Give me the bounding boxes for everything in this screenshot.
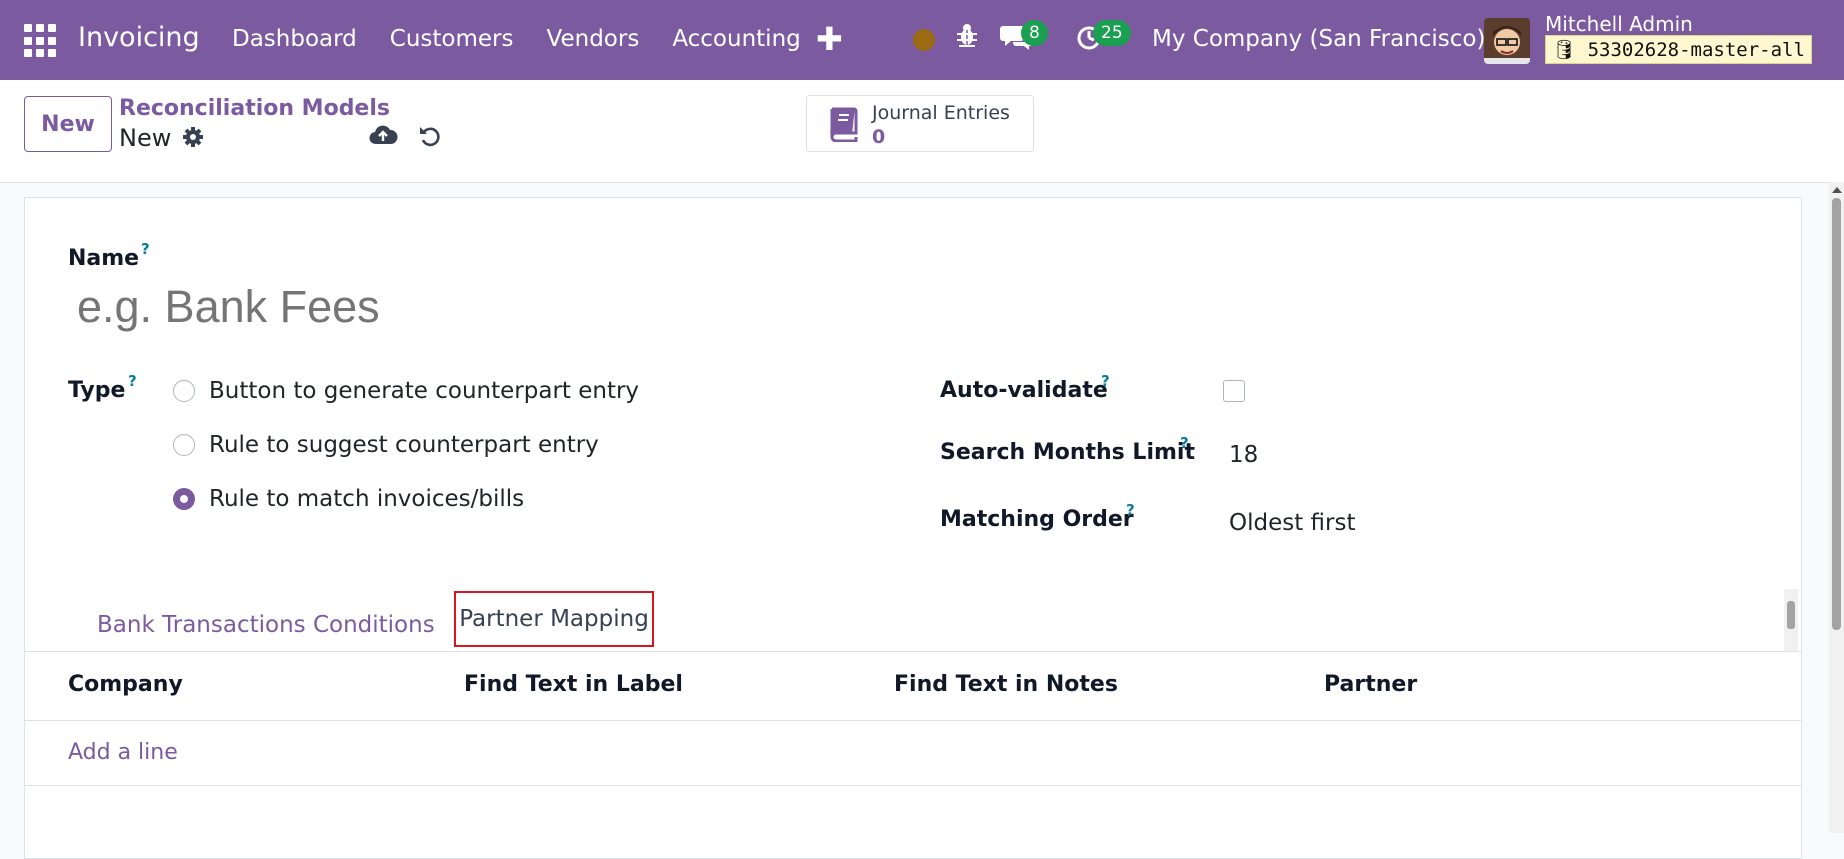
menu-customers[interactable]: Customers (390, 26, 514, 52)
type-option-label: Rule to match invoices/bills (209, 486, 525, 512)
tab-partner-mapping[interactable]: Partner Mapping (454, 591, 654, 647)
control-panel: New Reconciliation Models New Journal En… (0, 80, 1844, 183)
menu-vendors[interactable]: Vendors (547, 26, 640, 52)
radio-button[interactable] (173, 380, 195, 402)
table-row-divider (25, 785, 1801, 786)
chat-count-badge: 8 (1021, 20, 1048, 46)
apps-menu-icon[interactable] (24, 24, 58, 58)
table-header-divider (25, 720, 1801, 721)
type-label: Type (68, 378, 126, 403)
page-scrollbar[interactable] (1829, 182, 1844, 833)
tabs-scrollbar[interactable] (1784, 589, 1798, 651)
matching-order-field[interactable]: Oldest first (1229, 510, 1356, 536)
add-a-line-link[interactable]: Add a line (68, 740, 178, 765)
type-option-label: Button to generate counterpart entry (209, 378, 640, 404)
bug-icon[interactable] (956, 22, 978, 54)
matching-order-label: Matching Order (940, 507, 1134, 532)
tab-bank-transactions-conditions[interactable]: Bank Transactions Conditions (97, 612, 435, 638)
auto-validate-help-icon[interactable]: ? (1101, 372, 1110, 390)
column-company[interactable]: Company (68, 672, 183, 697)
name-input[interactable] (75, 280, 1279, 334)
search-months-help-icon[interactable]: ? (1180, 434, 1189, 452)
type-option-button[interactable]: Button to generate counterpart entry (173, 378, 639, 404)
auto-validate-label: Auto-validate (940, 378, 1108, 403)
database-tag: 🛢 53302628-master-all (1545, 35, 1812, 64)
journal-entries-smart-button[interactable]: Journal Entries 0 (806, 95, 1034, 152)
gear-icon[interactable] (182, 126, 204, 152)
status-dot-icon[interactable] (913, 29, 935, 51)
book-icon (825, 106, 859, 146)
column-partner[interactable]: Partner (1324, 672, 1417, 697)
breadcrumb-reconciliation-models[interactable]: Reconciliation Models (119, 96, 390, 121)
journal-entries-label: Journal Entries (872, 102, 1010, 124)
name-label: Name (68, 246, 140, 271)
radio-button[interactable] (173, 434, 195, 456)
search-months-limit-label: Search Months Limit (940, 440, 1195, 465)
record-name: New (119, 124, 172, 152)
tabs-scrollbar-thumb[interactable] (1787, 601, 1795, 629)
plus-icon[interactable]: ✚ (816, 20, 843, 58)
menu-dashboard[interactable]: Dashboard (232, 26, 357, 52)
app-name[interactable]: Invoicing (78, 22, 200, 53)
user-name[interactable]: Mitchell Admin (1545, 12, 1693, 36)
main-menu: Dashboard Customers Vendors Accounting (232, 26, 834, 52)
activity-count-badge: 25 (1093, 20, 1131, 46)
notebook-tabs: Bank Transactions Conditions (25, 588, 1801, 652)
radio-button-checked[interactable] (173, 488, 195, 510)
user-avatar[interactable] (1484, 18, 1530, 64)
new-button[interactable]: New (24, 96, 112, 152)
scroll-up-arrow-icon[interactable] (1832, 187, 1842, 193)
company-switcher[interactable]: My Company (San Francisco) (1152, 26, 1485, 52)
type-option-label: Rule to suggest counterpart entry (209, 432, 599, 458)
form-sheet: Name ? Type ? Button to generate counter… (24, 197, 1802, 859)
journal-entries-count: 0 (872, 126, 886, 148)
cloud-upload-icon[interactable] (368, 124, 398, 152)
database-name: 53302628-master-all (1587, 39, 1805, 61)
type-help-icon[interactable]: ? (128, 372, 137, 390)
search-months-limit-field[interactable]: 18 (1229, 442, 1258, 468)
page-scrollbar-thumb[interactable] (1832, 198, 1841, 630)
menu-accounting[interactable]: Accounting (672, 26, 800, 52)
name-help-icon[interactable]: ? (141, 240, 150, 258)
type-option-suggest[interactable]: Rule to suggest counterpart entry (173, 432, 599, 458)
database-icon: 🛢 (1552, 39, 1577, 61)
top-navbar: Invoicing Dashboard Customers Vendors Ac… (0, 0, 1844, 80)
matching-order-help-icon[interactable]: ? (1126, 501, 1135, 519)
column-find-text-in-notes[interactable]: Find Text in Notes (894, 672, 1118, 697)
auto-validate-checkbox[interactable] (1223, 380, 1245, 402)
discard-undo-icon[interactable] (418, 124, 442, 152)
column-find-text-in-label[interactable]: Find Text in Label (464, 672, 683, 697)
type-option-match[interactable]: Rule to match invoices/bills (173, 486, 524, 512)
